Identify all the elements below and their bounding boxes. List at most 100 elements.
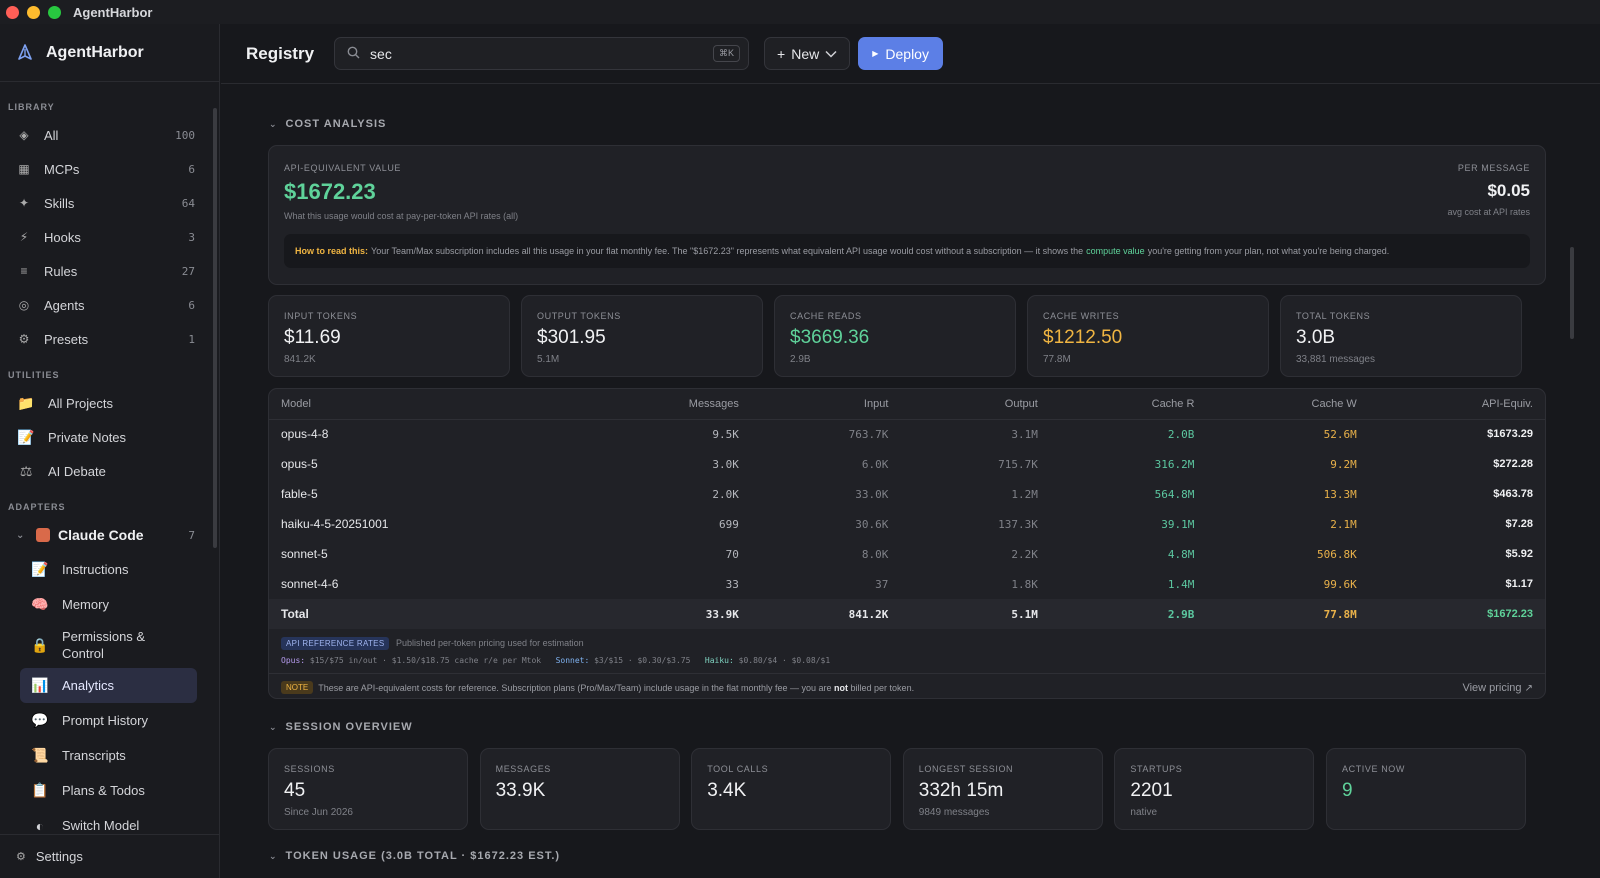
sidebar-item-all-projects[interactable]: 📁 All Projects (0, 386, 219, 420)
table-cell: 6.0K (861, 457, 889, 471)
scroll-icon: 📜 (31, 747, 49, 763)
column-header[interactable]: Cache W (1206, 389, 1369, 420)
sparkle-icon: ✦ (18, 196, 30, 210)
sidebar-item-all[interactable]: ◈ All 100 (0, 118, 219, 152)
new-button[interactable]: + New (764, 37, 851, 70)
folder-icon: 📁 (17, 394, 35, 411)
chart-icon: 📊 (31, 677, 49, 693)
sidebar-item-label: Switch Model (62, 817, 139, 834)
search-input[interactable] (370, 45, 714, 62)
sidebar-item-label: Analytics (62, 677, 114, 694)
token-card-label: CACHE WRITES (1043, 311, 1120, 321)
column-header[interactable]: Output (900, 389, 1050, 420)
per-message-caption: avg cost at API rates (1447, 207, 1530, 217)
sidebar-item-switch-model[interactable]: ◐ Switch Model (0, 808, 219, 834)
note-badge: NOTE (281, 681, 314, 694)
table-header-row: Model Messages Input Output Cache R Cache W AP… (269, 389, 1545, 420)
token-usage-header[interactable]: ⌄ TOKEN USAGE (3.0B TOTAL · $1672.23 EST… (269, 850, 560, 862)
column-header[interactable]: Model (269, 389, 578, 420)
token-card-label: TOTAL TOKENS (1296, 311, 1371, 321)
column-header[interactable]: Cache R (1049, 389, 1207, 420)
sidebar-item-label-line: Prompt History (62, 713, 148, 728)
sidebar-item-memory[interactable]: 🧠 Memory (0, 587, 219, 622)
sidebar-item-label: Skills (44, 195, 75, 211)
sidebar-item-label: AI Debate (48, 463, 106, 479)
table-cell: 2.0K (712, 487, 739, 501)
sidebar-item-rules[interactable]: ≡ Rules 27 (0, 254, 219, 288)
token-card-sub: 33,881 messages (1296, 354, 1375, 365)
session-card-sub: Since Jun 2026 (284, 807, 353, 818)
sidebar-item-ai-debate[interactable]: ⚖ AI Debate (0, 454, 219, 488)
table-row[interactable]: sonnet-5 70 8.0K 2.2K 4.8M 506.8K $5.92 (269, 539, 1545, 569)
api-value-caption: What this usage would cost at pay-per-to… (284, 211, 519, 221)
table-cell: 3.1M (1011, 427, 1038, 441)
table-row[interactable]: opus-4-8 9.5K 763.7K 3.1M 2.0B 52.6M $1673.29 (269, 419, 1545, 449)
sidebar-item-mcps[interactable]: ▦ MCPs 6 (0, 152, 219, 186)
session-overview-header[interactable]: ⌄ SESSION OVERVIEW (269, 721, 413, 733)
title-bar: AgentHarbor (0, 0, 1600, 24)
sidebar-item-prompt-history[interactable]: 💬 Prompt History (0, 703, 219, 738)
table-total-cell: 33.9K (577, 599, 751, 629)
table-row[interactable]: fable-5 2.0K 33.0K 1.2M 564.8M 13.3M $463.78 (269, 479, 1545, 509)
header: Registry ⌘K + New ▶ Deploy (221, 24, 1600, 84)
column-header[interactable]: API-Equiv. (1368, 389, 1545, 420)
api-rates-description: Published per-token pricing used for est… (395, 638, 584, 648)
diamond-icon: ◈ (19, 128, 29, 142)
settings-link[interactable]: ⚙ Settings (0, 834, 219, 878)
model-cost-table: Model Messages Input Output Cache R Cache W AP… (269, 389, 1545, 629)
sidebar-item-hooks[interactable]: ⚡ Hooks 3 (0, 220, 219, 254)
session-card-value: 2201 (1130, 780, 1173, 801)
opus-rate-label: Opus: (281, 656, 306, 665)
sidebar-item-count: 27 (181, 264, 195, 278)
token-card-sub: 2.9B (790, 354, 811, 365)
sidebar-item-label: Instructions (62, 561, 128, 578)
deploy-button[interactable]: ▶ Deploy (858, 37, 943, 70)
sidebar-item-presets[interactable]: ⚙ Presets 1 (0, 322, 219, 356)
sidebar-item-permissions[interactable]: 🔒 Permissions & Control (0, 622, 219, 668)
sidebar-item-skills[interactable]: ✦ Skills 64 (0, 186, 219, 220)
sidebar-item-label: MCPs (44, 161, 80, 177)
minimize-window-button[interactable] (27, 5, 40, 19)
main-scrollbar[interactable] (1570, 247, 1574, 339)
adapter-claude-code[interactable]: ⌄ Claude Code 7 (0, 518, 219, 552)
table-cell: 99.6K (1323, 577, 1357, 591)
api-reference-rates: API REFERENCE RATES Published per-token … (281, 637, 830, 665)
notes-icon: 📝 (17, 428, 35, 445)
sidebar-item-label: Private Notes (48, 429, 127, 445)
column-header[interactable]: Messages (577, 389, 751, 420)
sidebar-item-instructions[interactable]: 📝 Instructions (0, 552, 219, 587)
model-cost-table-card: Model Messages Input Output Cache R Cache W AP… (268, 388, 1546, 699)
table-cell: opus-4-8 (281, 427, 329, 442)
sidebar-item-plans-todos[interactable]: 📋 Plans & Todos (0, 773, 219, 808)
close-window-button[interactable] (6, 5, 19, 19)
table-cell: $7.28 (1505, 518, 1533, 530)
plus-icon: + (777, 45, 786, 62)
table-row[interactable]: haiku-4-5-20251001 699 30.6K 137.3K 39.1M 2.1… (269, 509, 1545, 539)
sidebar-item-label-line: Switch Model (62, 818, 140, 833)
table-total-cell: 841.2K (750, 599, 901, 629)
table-cell: sonnet-5 (281, 547, 328, 561)
table-cell: 9.5K (712, 427, 739, 441)
column-header[interactable]: Input (750, 389, 901, 420)
table-cell: 33.0K (855, 487, 889, 501)
cost-analysis-header[interactable]: ⌄ COST ANALYSIS (269, 118, 386, 130)
table-cell: 316.2M (1154, 457, 1195, 471)
sidebar-item-count: 64 (181, 196, 195, 210)
brand[interactable]: AgentHarbor (0, 24, 219, 82)
sidebar-scrollbar[interactable] (213, 108, 217, 548)
sidebar-item-agents[interactable]: ◎ Agents 6 (0, 288, 219, 322)
token-card-output-tokens: OUTPUT TOKENS $301.95 5.1M (521, 295, 763, 377)
sidebar-item-transcripts[interactable]: 📜 Transcripts (0, 738, 219, 773)
session-card-label: ACTIVE NOW (1342, 764, 1406, 774)
table-row[interactable]: opus-5 3.0K 6.0K 715.7K 316.2M 9.2M $272.28 (269, 449, 1545, 479)
maximize-window-button[interactable] (48, 5, 61, 19)
search-box[interactable]: ⌘K (334, 37, 750, 70)
table-row[interactable]: sonnet-4-6 33 37 1.8K 1.4M 99.6K $1.17 (269, 569, 1545, 599)
compute-value-highlight: compute value (1086, 246, 1145, 256)
sidebar-item-private-notes[interactable]: 📝 Private Notes (0, 420, 219, 454)
sidebar-item-analytics[interactable]: 📊 Analytics (20, 668, 197, 703)
view-pricing-link[interactable]: View pricing ↗ (1462, 682, 1533, 694)
token-card-cache-writes: CACHE WRITES $1212.50 77.8M (1027, 295, 1269, 377)
table-cell: 763.7K (848, 427, 889, 441)
table-total-cell: Total (269, 599, 578, 629)
